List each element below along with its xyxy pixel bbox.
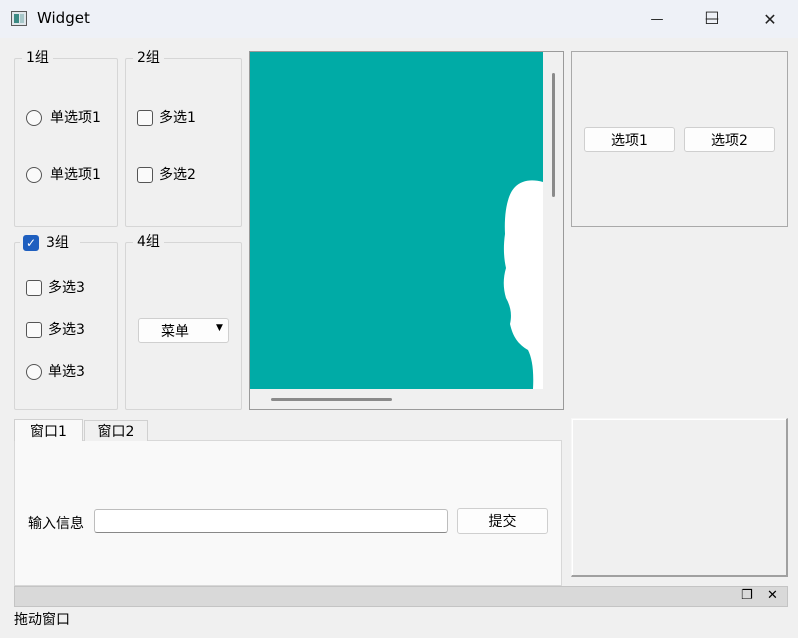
window-title: Widget [37,9,90,27]
checkbox-multi-3b-label[interactable]: 多选3 [48,322,85,338]
float-icon[interactable]: ❐ [741,588,753,603]
checkbox-multi-3a-label[interactable]: 多选3 [48,280,85,296]
submit-button[interactable]: 提交 [457,508,548,534]
checkbox-multi-1[interactable] [137,110,153,126]
info-input[interactable] [94,509,448,533]
group-1-title: 1组 [22,50,53,66]
tab-window-1[interactable]: 窗口1 [14,419,83,441]
image-canvas [250,52,543,389]
raised-frame [571,418,788,577]
checkmark-icon: ✓ [25,236,37,250]
radio-option-1[interactable] [26,110,42,126]
dropdown-arrow-icon: ▼ [216,323,223,333]
radio-single-3-label[interactable]: 单选3 [48,364,85,380]
dock-close-icon[interactable]: ✕ [767,588,778,603]
option-2-button[interactable]: 选项2 [684,127,775,152]
dock-title-bar[interactable]: ❐ ✕ [14,586,788,607]
checkbox-multi-3b[interactable] [26,322,42,338]
maximize-icon: ☐ [704,9,720,29]
dock-title: 拖动窗口 [14,612,70,628]
radio-option-2-label[interactable]: 单选项1 [50,167,101,183]
checkbox-multi-3a[interactable] [26,280,42,296]
radio-option-1-label[interactable]: 单选项1 [50,110,101,126]
maximize-button[interactable]: ☐ [687,0,737,38]
group-4-title: 4组 [133,234,164,250]
group-box-2 [125,58,242,227]
tab-window-2[interactable]: 窗口2 [84,420,148,441]
silhouette-shape [503,180,543,389]
close-icon: ✕ [763,9,777,29]
group-box-1 [14,58,118,227]
minimize-button-area[interactable]: — [632,0,682,38]
app-window-icon [11,11,27,26]
menu-button-label: 菜单 [161,323,189,340]
horizontal-scrollbar[interactable] [271,398,392,401]
group-2-title: 2组 [133,50,164,66]
minimize-icon: — [650,11,664,27]
image-scroll-area[interactable] [249,51,564,410]
option-1-button[interactable]: 选项1 [584,127,675,152]
checkbox-multi-2-label[interactable]: 多选2 [159,167,196,183]
radio-option-2[interactable] [26,167,42,183]
silhouette-image [503,180,543,389]
checkbox-multi-1-label[interactable]: 多选1 [159,110,196,126]
group-3-title[interactable]: 3组 [46,235,69,251]
vertical-scrollbar[interactable] [552,73,555,197]
radio-single-3[interactable] [26,364,42,380]
input-label: 输入信息 [28,516,84,532]
checkbox-multi-2[interactable] [137,167,153,183]
group-3-check-toggle[interactable]: ✓ [23,235,39,251]
close-button[interactable]: ✕ [745,0,795,38]
menu-button[interactable]: 菜单 ▼ [138,318,229,343]
